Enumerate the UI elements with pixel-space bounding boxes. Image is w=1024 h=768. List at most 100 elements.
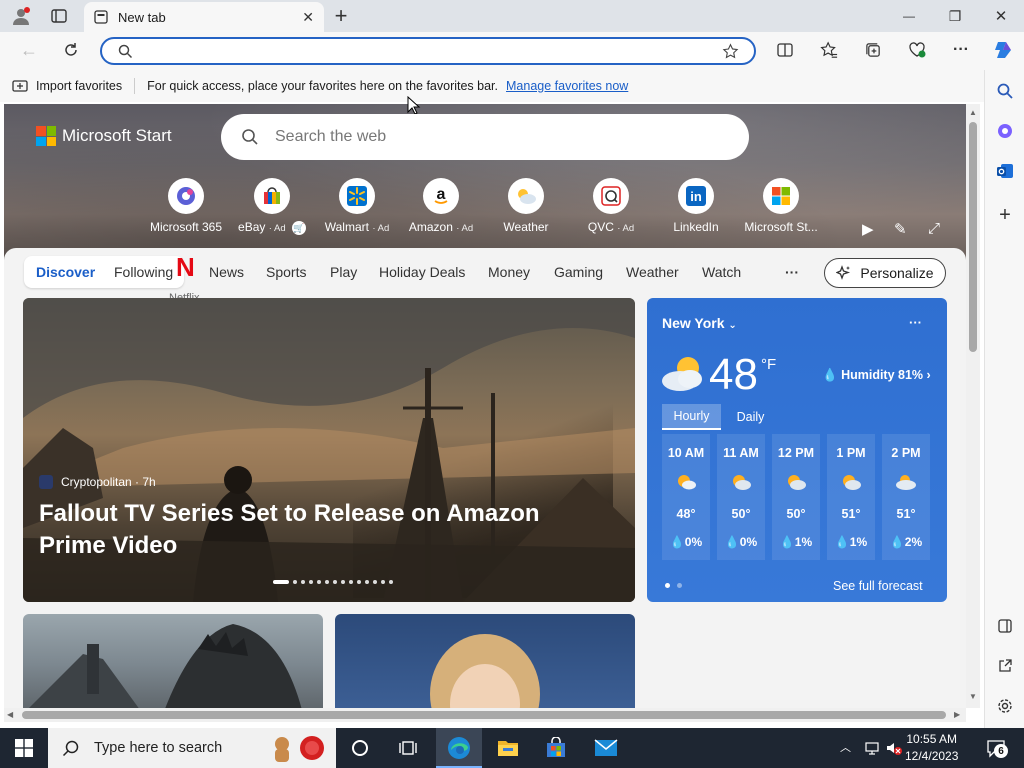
copilot-icon[interactable] — [988, 38, 1018, 62]
scrollbar-thumb[interactable] — [22, 711, 946, 719]
temperature-unit[interactable]: °F — [761, 356, 776, 373]
start-windows-icon[interactable] — [12, 736, 36, 760]
web-search-box[interactable]: Search the web — [221, 114, 749, 160]
mail-icon[interactable] — [594, 736, 618, 760]
news-card[interactable] — [23, 614, 323, 708]
tab-discover[interactable]: Discover — [36, 264, 95, 280]
tab-hourly[interactable]: Hourly — [662, 404, 721, 430]
tab-news[interactable]: News — [209, 264, 244, 280]
weather-widget[interactable]: New York ⌄ ··· 48 °F 💧 Humidity 81% › Ho… — [647, 298, 947, 602]
favorite-star-icon[interactable] — [722, 43, 739, 60]
sidebar-copilot-icon[interactable] — [993, 119, 1017, 143]
precip-value: 0% — [684, 535, 703, 549]
refresh-icon[interactable] — [56, 38, 86, 62]
fullscreen-icon[interactable]: ⤢ — [928, 220, 940, 237]
hourly-forecast-item[interactable]: 12 PM 50° 💧1% — [772, 434, 820, 560]
new-tab-button[interactable]: + — [326, 3, 356, 28]
window-close-button[interactable]: ✕ — [986, 4, 1016, 28]
hourly-forecast-item[interactable]: 10 AM 48° 💧0% — [662, 434, 710, 560]
weather-page-dot[interactable] — [665, 583, 670, 588]
tab-actions-icon[interactable] — [44, 4, 74, 28]
scroll-left-icon[interactable]: ◀ — [7, 710, 13, 719]
headline-title[interactable]: Fallout TV Series Set to Release on Amaz… — [39, 498, 599, 562]
taskbar-edge-button[interactable] — [436, 728, 482, 768]
microsoft-start-logo[interactable]: Microsoft Start — [36, 126, 172, 146]
toolbar: ← ··· — [0, 32, 1024, 70]
tab-holiday-deals[interactable]: Holiday Deals — [379, 264, 465, 280]
sidebar-search-icon[interactable] — [993, 79, 1017, 103]
taskbar-search-box[interactable]: Type here to search — [48, 728, 336, 768]
forecast-tabs: Hourly Daily — [662, 404, 780, 430]
cart-icon[interactable]: 🛒 — [291, 221, 306, 235]
edit-background-icon[interactable]: ✎ — [894, 220, 907, 238]
favorites-icon[interactable] — [814, 38, 844, 62]
import-icon — [12, 80, 28, 92]
notifications-icon[interactable]: 6 — [984, 736, 1008, 760]
sidebar-add-icon[interactable]: + — [993, 203, 1017, 227]
scroll-up-icon[interactable]: ▲ — [969, 108, 977, 117]
show-hidden-icons-icon[interactable]: ︿ — [840, 739, 851, 755]
droplet-icon: 💧 — [822, 368, 838, 382]
microsoft-store-icon[interactable] — [544, 736, 568, 760]
hourly-forecast-item[interactable]: 1 PM 51° 💧1% — [827, 434, 875, 560]
address-bar[interactable] — [100, 37, 756, 65]
tab-close-icon[interactable]: ✕ — [302, 9, 314, 26]
browser-essentials-icon[interactable] — [902, 38, 932, 62]
task-view-icon[interactable] — [396, 736, 420, 760]
personalize-button[interactable]: Personalize — [824, 258, 946, 288]
headline-card[interactable]: Cryptopolitan · 7h Fallout TV Series Set… — [23, 298, 635, 602]
tab-weather[interactable]: Weather — [626, 264, 679, 280]
tab-money[interactable]: Money — [488, 264, 530, 280]
tab-daily[interactable]: Daily — [721, 404, 780, 430]
scrollbar-thumb[interactable] — [969, 122, 977, 352]
taskbar-clock[interactable]: 10:55 AM 12/4/2023 — [905, 731, 958, 765]
scroll-down-icon[interactable]: ▼ — [969, 692, 977, 701]
file-explorer-icon[interactable] — [496, 736, 520, 760]
tab-play[interactable]: Play — [330, 264, 357, 280]
sidebar-hide-icon[interactable] — [993, 614, 1017, 638]
horizontal-scrollbar[interactable]: ◀ ▶ — [4, 708, 966, 722]
see-full-forecast-link[interactable]: See full forecast — [833, 579, 923, 593]
weather-more-icon[interactable]: ··· — [909, 315, 922, 330]
weather-location[interactable]: New York ⌄ — [662, 315, 737, 331]
restore-button[interactable]: ❐ — [940, 4, 970, 28]
quick-link-microsoft-365[interactable]: Microsoft 365 — [136, 178, 236, 234]
tab-new-tab[interactable]: New tab ✕ — [84, 2, 324, 32]
microsoft-store-icon — [763, 178, 799, 214]
more-tabs-icon[interactable]: ··· — [785, 264, 799, 280]
windows-taskbar: Type here to search ︿ 10:55 AM 12/4/2023… — [0, 728, 1024, 768]
minimize-button[interactable]: — — [894, 4, 924, 28]
tab-following[interactable]: Following — [114, 264, 173, 280]
settings-more-icon[interactable]: ··· — [946, 38, 976, 62]
tab-gaming[interactable]: Gaming — [554, 264, 603, 280]
weather-page-dot[interactable] — [677, 583, 682, 588]
profile-icon[interactable] — [6, 4, 36, 28]
manage-favorites-link[interactable]: Manage favorites now — [506, 79, 628, 93]
tab-watch[interactable]: Watch — [702, 264, 741, 280]
play-background-icon[interactable]: ▶ — [862, 220, 874, 238]
sidebar-outlook-icon[interactable] — [993, 159, 1017, 183]
collections-icon[interactable] — [858, 38, 888, 62]
hourly-forecast-item[interactable]: 2 PM 51° 💧2% — [882, 434, 930, 560]
tab-sports[interactable]: Sports — [266, 264, 306, 280]
split-screen-icon[interactable] — [770, 38, 800, 62]
sparkle-icon — [836, 265, 851, 280]
network-icon[interactable] — [860, 736, 884, 760]
netflix-icon[interactable]: N — [176, 252, 195, 283]
news-card[interactable] — [335, 614, 635, 708]
personalize-label: Personalize — [860, 265, 934, 281]
edge-icon — [448, 737, 470, 759]
hourly-forecast-item[interactable]: 11 AM 50° 💧0% — [717, 434, 765, 560]
carousel-dots[interactable] — [273, 580, 393, 584]
vertical-scrollbar[interactable]: ▲ ▼ — [966, 104, 980, 708]
quick-link-microsoft-store[interactable]: Microsoft St... — [731, 178, 831, 234]
sidebar-settings-icon[interactable] — [993, 694, 1017, 718]
sidebar-external-icon[interactable] — [993, 654, 1017, 678]
scroll-right-icon[interactable]: ▶ — [954, 710, 960, 719]
cortana-icon[interactable] — [348, 736, 372, 760]
back-arrow-icon[interactable]: ← — [14, 38, 44, 62]
quick-link-label: LinkedIn — [673, 220, 719, 234]
import-favorites-button[interactable]: Import favorites — [36, 79, 122, 93]
humidity[interactable]: 💧 Humidity 81% › — [822, 368, 931, 383]
volume-muted-icon[interactable] — [882, 736, 906, 760]
